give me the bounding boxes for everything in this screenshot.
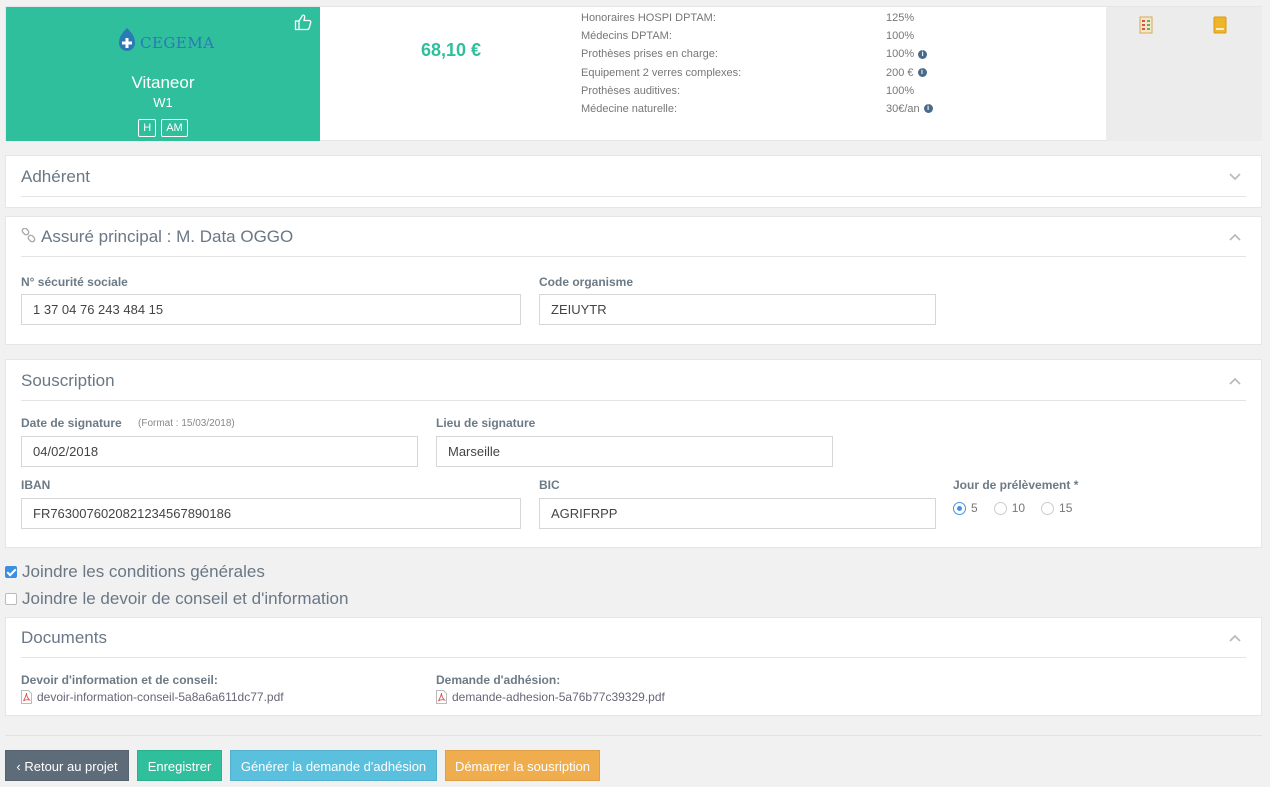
panel-adherent[interactable]: Adhérent (5, 155, 1262, 208)
org-code-label: Code organisme (539, 275, 634, 289)
offer-actions (1106, 7, 1262, 141)
bic-field[interactable]: AGRIFRPP (539, 498, 936, 529)
checkbox-label: Joindre les conditions générales (22, 562, 265, 581)
guarantee-value: 100% (886, 30, 915, 43)
guarantee-value: 125% (886, 12, 915, 24)
guarantee-label: Médecins DPTAM: (581, 30, 672, 43)
guarantee-value: 30€/an (886, 102, 920, 115)
product-name: Vitaneor (131, 73, 195, 92)
checkbox-label: Joindre le devoir de conseil et d'inform… (22, 589, 349, 608)
guarantee-label: Equipement 2 verres complexes: (581, 66, 742, 79)
insurer-logo-text: CEGEMA (140, 34, 215, 52)
info-icon[interactable]: i (923, 104, 933, 114)
chevron-up-icon[interactable] (1229, 233, 1241, 241)
guarantee-label: Prothèses auditives: (581, 84, 681, 97)
signature-place-label: Lieu de signature (436, 416, 536, 430)
debit-day-radio-group: 5 10 15 (953, 501, 1072, 515)
radio-day-5[interactable]: 5 (953, 501, 978, 515)
offer-card[interactable]: CEGEMA Vitaneor W1 H AM (6, 7, 320, 141)
debit-day-label: Jour de prélèvement * (953, 478, 1079, 492)
offer-price: 68,10 € (420, 40, 482, 60)
signature-date-label: Date de signature (21, 416, 122, 430)
checkbox[interactable] (5, 593, 17, 605)
guarantee-row: Médecins DPTAM: 100% (581, 28, 961, 46)
doc-filename[interactable]: devoir-information-conseil-5a8a6a611dc77… (37, 690, 284, 704)
save-button[interactable]: Enregistrer (137, 750, 222, 781)
radio-button[interactable] (993, 501, 1007, 515)
radio-button[interactable] (1041, 501, 1055, 515)
chevron-down-icon[interactable] (1229, 173, 1241, 181)
doc-advice-label: Devoir d'information et de conseil: (21, 673, 218, 687)
guarantees-list: Honoraires HOSPI DPTAM: 125% Médecins DP… (581, 10, 961, 119)
doc-adhesion-label: Demande d'adhésion: (436, 673, 561, 687)
panel-title: Adhérent (21, 167, 90, 186)
guarantee-row: Prothèses prises en charge: 100% i (581, 46, 961, 64)
checkbox-duty-of-advice[interactable]: Joindre le devoir de conseil et d'inform… (5, 589, 348, 609)
guarantee-value: 100% (886, 48, 915, 61)
panel-title: Souscription (21, 371, 115, 390)
product-tags: H AM (6, 119, 320, 137)
checkbox[interactable] (5, 566, 17, 578)
ssn-label: N° sécurité sociale (21, 275, 128, 289)
doc-filename[interactable]: demande-adhesion-5a76b77c39329.pdf (452, 690, 665, 704)
offer-summary: CEGEMA Vitaneor W1 H AM 68,10 € Honorair… (5, 6, 1262, 141)
iban-label: IBAN (21, 478, 51, 492)
chevron-up-icon[interactable] (1229, 634, 1241, 642)
radio-day-15[interactable]: 15 (1041, 501, 1072, 515)
panel-assure-principal: Assuré principal : M. Data OGGO N° sécur… (5, 216, 1262, 345)
signature-place-field[interactable]: Marseille (436, 436, 833, 467)
insurer-logo: CEGEMA (116, 26, 216, 56)
comparison-table-icon[interactable] (1139, 16, 1153, 34)
product-level: W1 (153, 95, 173, 110)
guarantee-row: Equipement 2 verres complexes: 200 € i (581, 65, 961, 83)
cegema-logo-icon (119, 28, 135, 51)
tag-h: H (138, 119, 157, 137)
guarantee-row: Prothèses auditives: 100% (581, 83, 961, 101)
signature-date-field[interactable]: 04/02/2018 (21, 436, 418, 467)
guarantee-row: Honoraires HOSPI DPTAM: 125% (581, 10, 961, 28)
chevron-up-icon[interactable] (1229, 377, 1241, 385)
doc-adhesion-link[interactable]: demande-adhesion-5a76b77c39329.pdf (436, 690, 665, 704)
info-icon[interactable]: i (918, 49, 928, 59)
guarantee-value: 100% (886, 84, 915, 97)
date-format-hint: (Format : 15/03/2018) (138, 418, 235, 429)
iban-field[interactable]: FR7630076020821234567890186 (21, 498, 521, 529)
panel-title: Documents (21, 628, 107, 647)
guarantee-row: Médecine naturelle: 30€/an i (581, 101, 961, 119)
checkbox-general-conditions[interactable]: Joindre les conditions générales (5, 562, 265, 582)
info-icon[interactable]: i (917, 68, 927, 78)
guarantee-label: Honoraires HOSPI DPTAM: (581, 12, 716, 24)
tag-am: AM (161, 119, 188, 137)
brochure-icon[interactable] (1213, 16, 1227, 34)
panel-title: Assuré principal : M. Data OGGO (41, 227, 294, 246)
bic-label: BIC (539, 478, 560, 492)
start-subscription-button[interactable]: Démarrer la sousription (445, 750, 600, 781)
radio-button[interactable] (953, 501, 966, 515)
radio-day-10[interactable]: 10 (993, 501, 1025, 515)
generate-adhesion-button[interactable]: Générer la demande d'adhésion (230, 750, 437, 781)
back-to-project-button[interactable]: ‹ Retour au projet (5, 750, 129, 781)
doc-advice-link[interactable]: devoir-information-conseil-5a8a6a611dc77… (21, 690, 284, 704)
ssn-field[interactable]: 1 37 04 76 243 484 15 (21, 294, 521, 325)
guarantee-value: 200 € (886, 66, 914, 79)
panel-souscription: Souscription Date de signature (Format :… (5, 359, 1262, 548)
org-code-field[interactable]: ZEIUYTR (539, 294, 936, 325)
panel-documents: Documents Devoir d'information et de con… (5, 617, 1262, 716)
link-icon (21, 228, 36, 243)
footer-divider (5, 735, 1262, 736)
guarantee-label: Prothèses prises en charge: (581, 48, 718, 61)
pdf-icon (21, 690, 32, 704)
pdf-icon (436, 690, 447, 704)
guarantee-label: Médecine naturelle: (581, 102, 678, 115)
thumbs-up-icon[interactable] (294, 13, 312, 31)
